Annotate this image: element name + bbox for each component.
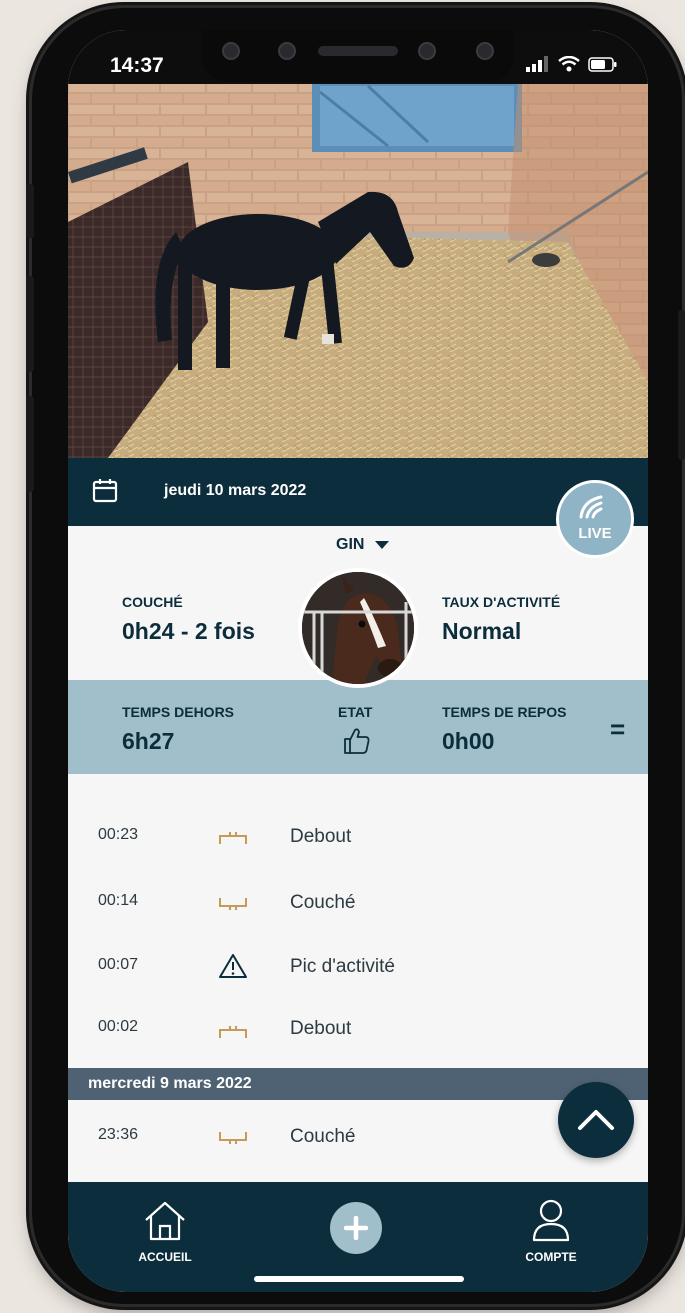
trend-equal-icon: = [610, 714, 626, 744]
lying-icon [219, 1132, 247, 1144]
thumbs-up-icon [344, 728, 370, 754]
event-time: 00:02 [98, 1018, 139, 1035]
battery-icon [588, 56, 617, 72]
live-label: LIVE [578, 525, 612, 542]
lying-stat-label: COUCHÉ [122, 594, 183, 610]
app-screen: 14:37 jeudi 10 mars 2022 LIVE GIN COUCHÉ… [68, 30, 648, 1292]
stable-camera-image [68, 82, 648, 458]
lying-icon [219, 898, 247, 910]
current-date[interactable]: jeudi 10 mars 2022 [164, 482, 306, 500]
horse-avatar[interactable] [298, 568, 418, 688]
event-time: 00:23 [98, 826, 139, 843]
lying-stat-value: 0h24 - 2 fois [122, 618, 255, 644]
event-time: 00:07 [98, 956, 139, 973]
live-button[interactable]: LIVE [556, 480, 634, 558]
volume-down-button [26, 396, 34, 492]
event-time: 23:36 [98, 1126, 139, 1143]
stable-camera-view[interactable] [68, 82, 648, 458]
status-bar: 14:37 [68, 30, 648, 84]
chevron-up-icon [578, 1110, 614, 1130]
warning-icon [219, 954, 247, 978]
status-icons [526, 56, 618, 72]
event-label: Debout [290, 826, 352, 847]
nav-home[interactable]: ACCUEIL [128, 1196, 202, 1266]
timeline-row[interactable]: 00:07 Pic d'activité [68, 950, 648, 990]
mute-switch [26, 184, 34, 238]
user-icon [532, 1199, 570, 1242]
stats-band: TEMPS DEHORS 6h27 ETAT TEMPS DE REPOS 0h… [68, 680, 648, 774]
calendar-icon[interactable] [92, 478, 118, 504]
horse-name: GIN [336, 536, 365, 553]
state-label: ETAT [338, 704, 373, 720]
nav-home-label: ACCUEIL [138, 1250, 192, 1264]
outside-time-label: TEMPS DEHORS [122, 704, 235, 720]
event-time: 00:14 [98, 892, 139, 909]
home-indicator[interactable] [254, 1276, 464, 1282]
power-button [678, 310, 685, 460]
day-header: mercredi 9 mars 2022 [68, 1068, 648, 1100]
outside-time-value: 6h27 [122, 728, 175, 754]
day-header-date: mercredi 9 mars 2022 [88, 1075, 252, 1092]
volume-up-button [26, 276, 34, 372]
nav-account-label: COMPTE [525, 1250, 577, 1264]
add-button[interactable] [330, 1202, 382, 1254]
activity-rate-value: Normal [442, 618, 522, 644]
plus-icon [344, 1216, 368, 1240]
timeline-row[interactable]: 00:02 Debout [68, 1012, 648, 1052]
wifi-icon [558, 56, 580, 72]
timeline-row[interactable]: 00:23 Debout [68, 820, 648, 860]
home-icon [145, 1201, 185, 1241]
event-label: Pic d'activité [290, 956, 396, 977]
standing-icon [219, 1026, 247, 1038]
event-label: Couché [290, 892, 356, 913]
horse-portrait [302, 572, 414, 684]
rest-time-label: TEMPS DE REPOS [442, 704, 567, 720]
status-time: 14:37 [110, 54, 164, 77]
signal-icon [526, 56, 548, 72]
horse-selector[interactable]: GIN [336, 536, 389, 554]
scroll-top-button[interactable] [558, 1082, 634, 1158]
live-stream-icon [579, 495, 603, 519]
nav-account[interactable]: COMPTE [514, 1196, 588, 1266]
standing-icon [219, 832, 247, 844]
activity-rate-label: TAUX D'ACTIVITÉ [442, 594, 561, 610]
timeline-row[interactable]: 00:14 Couché [68, 886, 648, 926]
event-label: Couché [290, 1126, 356, 1147]
caret-down-icon [374, 540, 389, 549]
rest-time-value: 0h00 [442, 728, 495, 754]
notch [202, 30, 514, 82]
event-label: Debout [290, 1018, 352, 1039]
